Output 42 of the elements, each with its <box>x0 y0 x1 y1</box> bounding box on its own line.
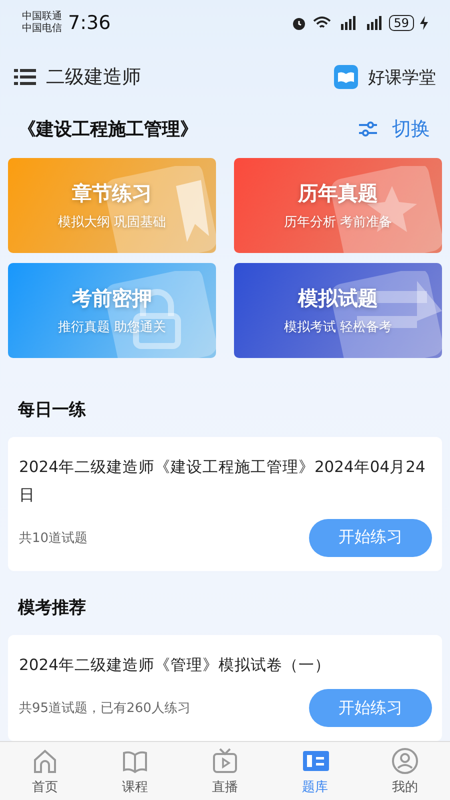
tile-subtitle: 模拟考试 轻松备考 <box>284 319 392 336</box>
tile-subtitle: 历年分析 考前准备 <box>284 214 392 232</box>
user-icon <box>391 746 419 774</box>
tile-title: 考前密押 <box>72 285 152 312</box>
carrier-name: 中国电信 <box>22 23 62 35</box>
section-heading: 模考推荐 <box>16 597 87 619</box>
tile-title: 章节练习 <box>72 180 152 208</box>
tab-bar-item[interactable]: 直播 <box>180 742 270 800</box>
tile-title: 历年真题 <box>298 180 378 208</box>
tab-bar-item[interactable]: 首页 <box>0 742 90 800</box>
practice-title: 2024年二级建造师《建设工程施工管理》2024年04月24日 <box>19 456 426 506</box>
practice-card[interactable]: 2024年二级建造师《管理》模拟试卷（一） 共95道试题，已有260人练习 开始练习 <box>8 635 442 741</box>
battery-level: 59 <box>388 15 414 31</box>
category-tile[interactable]: 历年真题 历年分析 考前准备 <box>234 158 442 254</box>
menu-icon[interactable] <box>14 68 36 86</box>
exam-title: 二级建造师 <box>46 65 141 90</box>
start-practice-button[interactable]: 开始练习 <box>309 518 432 557</box>
subject-title: 《建设工程施工管理》 <box>18 118 198 141</box>
carrier-name: 中国联通 <box>22 11 62 22</box>
tile-subtitle: 推衍真题 助您通关 <box>58 319 166 336</box>
question-count: 共95道试题，已有260人练习 <box>19 700 190 717</box>
tab-bar-item[interactable]: 题库 <box>270 742 360 800</box>
tv-icon <box>211 746 239 774</box>
switch-button[interactable]: 切换 <box>358 116 430 142</box>
practice-card[interactable]: 2024年二级建造师《建设工程施工管理》2024年04月24日 共10道试题 开始练习 <box>8 436 442 571</box>
category-tile[interactable]: 模拟试题 模拟考试 轻松备考 <box>234 263 442 358</box>
book-logo-icon <box>334 65 358 89</box>
start-practice-button[interactable]: 开始练习 <box>309 689 432 727</box>
sliders-icon <box>358 120 378 138</box>
clock-time: 7:36 <box>68 12 111 34</box>
charging-icon <box>420 16 428 30</box>
tile-title: 模拟试题 <box>298 285 378 312</box>
tab-bar-item[interactable]: 我的 <box>360 742 450 800</box>
section-heading: 每日一练 <box>17 398 87 421</box>
practice-title: 2024年二级建造师《管理》模拟试卷（一） <box>19 655 332 676</box>
question-count: 共10道试题 <box>19 530 88 547</box>
wifi-icon <box>312 16 331 30</box>
tab-bar-item[interactable]: 课程 <box>90 742 180 800</box>
category-tile[interactable]: 考前密押 推衍真题 助您通关 <box>8 263 216 358</box>
alarm-icon <box>290 15 307 31</box>
tile-subtitle: 模拟大纲 巩固基础 <box>58 214 166 232</box>
brand-name: 好课学堂 <box>368 66 436 88</box>
